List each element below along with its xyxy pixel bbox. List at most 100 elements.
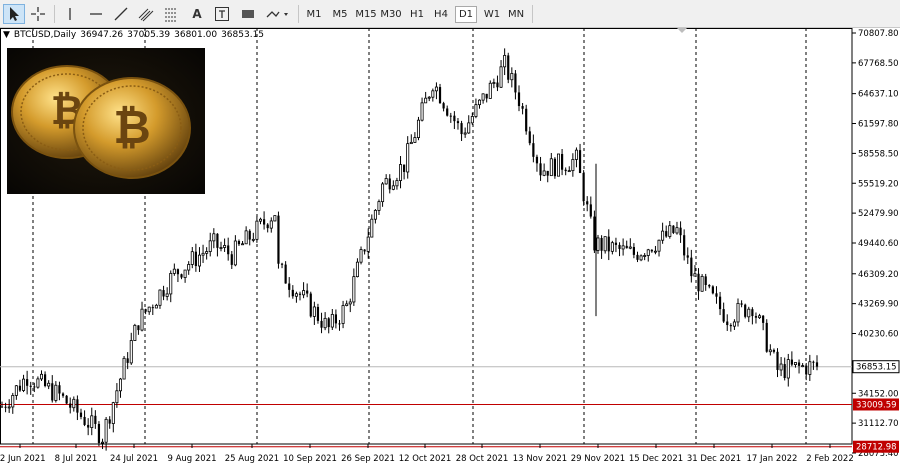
- vertical-line-tool-button[interactable]: [60, 4, 80, 24]
- channel-tool-button[interactable]: [135, 4, 157, 24]
- price-label: 58558.50: [858, 149, 899, 159]
- scroll-marker-icon: [677, 28, 687, 33]
- candle-body-bear: [334, 314, 337, 324]
- candle-body-bull: [259, 218, 263, 222]
- candle-body-bear: [650, 249, 653, 252]
- price-label: 31112.70: [858, 419, 899, 429]
- candle-body-bear: [94, 415, 97, 424]
- candle-body-bull: [653, 250, 657, 253]
- time-label: 17 Jan 2022: [747, 454, 798, 464]
- timeframe-m1[interactable]: M1: [303, 6, 325, 23]
- fibonacci-tool-button[interactable]: [160, 4, 182, 24]
- candle-body-bull: [165, 293, 169, 297]
- time-label: 28 Oct 2021: [456, 454, 509, 464]
- price-label: 64637.10: [858, 90, 899, 100]
- candle-body-bear: [76, 399, 79, 413]
- candle-body-bull: [391, 185, 395, 190]
- open-price: 36947.26: [80, 30, 124, 40]
- candle-body-bear: [180, 274, 183, 278]
- candle-body-bull: [768, 349, 772, 353]
- candle-body-bull: [197, 254, 201, 267]
- candle-body-bull: [14, 385, 18, 396]
- candle-body-bear: [79, 412, 83, 417]
- candle-body-bear: [539, 163, 542, 176]
- horizontal-line-tool-button[interactable]: [85, 4, 107, 24]
- price-chart[interactable]: 22 Jun 2021 8 Jul 2021 24 Jul 2021 9 Aug 20…: [0, 28, 900, 471]
- time-label: 22 Jun 2021: [0, 454, 46, 464]
- candle-body-bear: [683, 235, 686, 256]
- candle-body-bear: [33, 386, 36, 388]
- price-label: 40230.60: [858, 330, 899, 340]
- candle-body-bull: [323, 317, 327, 329]
- candle-body-bear: [532, 143, 535, 157]
- candle-body-bear: [718, 296, 722, 310]
- price-label: 61597.80: [858, 120, 899, 130]
- text-tool-button[interactable]: A: [186, 4, 208, 24]
- candle-body-bear: [514, 73, 517, 93]
- price-label: 52479.90: [858, 209, 899, 219]
- candle-body-bull: [118, 378, 122, 392]
- candle-body-bear: [306, 290, 309, 294]
- candle-body-bull: [147, 306, 151, 313]
- candle-body-bull: [172, 268, 176, 274]
- time-label: 9 Aug 2021: [167, 454, 216, 464]
- candle-body-bear: [528, 131, 531, 144]
- timeframe-h1[interactable]: H1: [406, 6, 428, 23]
- timeframe-d1[interactable]: D1: [455, 6, 477, 23]
- candle-body-bull: [122, 357, 126, 380]
- candle-body-bull: [779, 363, 783, 371]
- candle-body-bear: [216, 233, 219, 248]
- candle-body-bull: [639, 255, 643, 261]
- rectangle-tool-button[interactable]: [237, 4, 259, 24]
- candle-body-bear: [815, 362, 819, 367]
- candle-body-bear: [722, 309, 725, 322]
- cursor-tool-button[interactable]: [3, 4, 25, 24]
- arrows-menu-button[interactable]: [263, 4, 293, 24]
- trendline-tool-button[interactable]: [110, 4, 132, 24]
- candle-body-bear: [589, 204, 592, 217]
- candle-body-bear: [776, 351, 779, 370]
- candle-body-bull: [302, 290, 306, 296]
- timeframe-m15[interactable]: M15: [355, 6, 377, 23]
- candle-body-bull: [431, 90, 435, 98]
- candle-body-bull: [786, 359, 790, 379]
- candle-body-bull: [732, 321, 736, 327]
- candle-body-bull: [223, 245, 227, 248]
- candle-body-bull: [129, 340, 133, 364]
- candle-body-bear: [690, 257, 693, 277]
- candle-body-bear: [237, 240, 241, 245]
- candle-body-bull: [54, 384, 58, 401]
- candle-body-bull: [596, 237, 600, 251]
- candle-body-bear: [176, 269, 180, 275]
- svg-text:₿: ₿: [113, 100, 151, 154]
- timeframe-mn[interactable]: MN: [505, 6, 527, 23]
- candle-body-bull: [190, 251, 194, 265]
- candle-body-bull: [269, 220, 273, 229]
- candle-body-bear: [126, 358, 129, 363]
- candle-body-bear: [525, 108, 528, 132]
- candle-body-bull: [424, 97, 428, 104]
- candle-body-bear: [546, 170, 549, 176]
- candle-body-bull: [312, 306, 316, 317]
- candle-body-bull: [700, 275, 704, 292]
- trendline-icon: [114, 7, 128, 21]
- candle-body-bear: [83, 416, 86, 425]
- candle-body-bull: [571, 159, 575, 172]
- candle-body-bull: [169, 273, 173, 295]
- timeframe-w1[interactable]: W1: [481, 6, 503, 23]
- timeframe-h4[interactable]: H4: [430, 6, 452, 23]
- timeframe-m30[interactable]: M30: [380, 6, 402, 23]
- crosshair-tool-button[interactable]: [27, 4, 49, 24]
- candle-body-bull: [115, 390, 119, 404]
- candle-body-bear: [507, 55, 510, 80]
- text-label-tool-button[interactable]: [211, 4, 233, 24]
- candle-body-bear: [137, 325, 140, 331]
- candle-body-bear: [460, 123, 463, 135]
- candle-body-bear: [291, 289, 294, 297]
- candle-body-bull: [610, 242, 614, 252]
- candle-body-bull: [212, 233, 216, 242]
- candle-body-bull: [47, 382, 51, 387]
- candle-body-bear: [762, 315, 765, 323]
- candle-body-bear: [266, 224, 269, 229]
- timeframe-m5[interactable]: M5: [329, 6, 351, 23]
